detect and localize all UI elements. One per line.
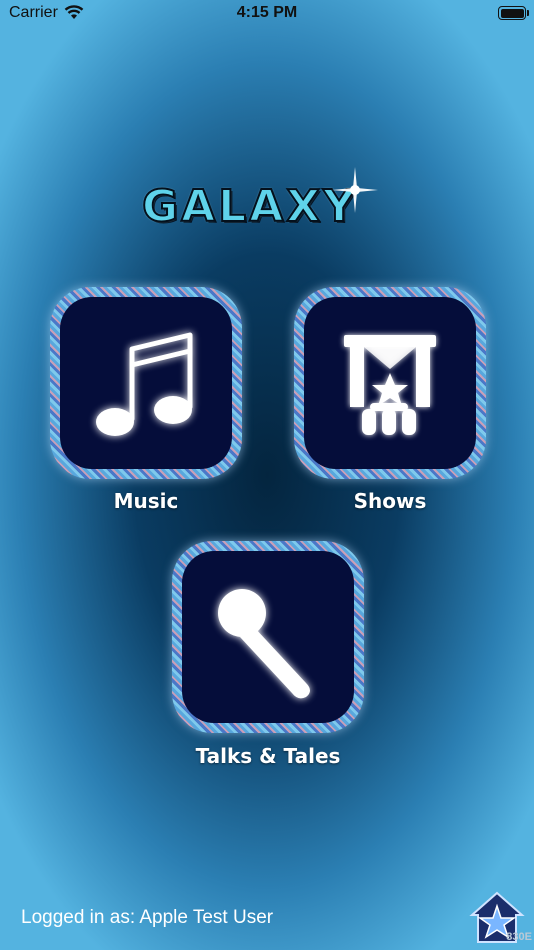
battery-icon (498, 6, 529, 20)
tile-label-talks-tales: Talks & Tales (195, 744, 341, 768)
tile-label-music: Music (113, 489, 179, 513)
sparkle-icon (332, 167, 378, 213)
logo-text: GALAXY (141, 180, 359, 233)
talks-tales-button[interactable] (172, 541, 364, 733)
music-note-icon (96, 332, 193, 436)
theater-stage-icon (344, 335, 436, 435)
status-bar: Carrier 4:15 PM (0, 0, 534, 28)
shows-button[interactable] (294, 287, 486, 479)
music-button[interactable] (50, 287, 242, 479)
version-label: 830E (506, 931, 532, 943)
tile-label-shows: Shows (353, 489, 427, 513)
microphone-icon (218, 589, 310, 699)
logged-in-label: Logged in as: Apple Test User (21, 907, 274, 928)
status-time: 4:15 PM (236, 4, 298, 21)
galaxy-logo: GALAXY (130, 165, 390, 245)
